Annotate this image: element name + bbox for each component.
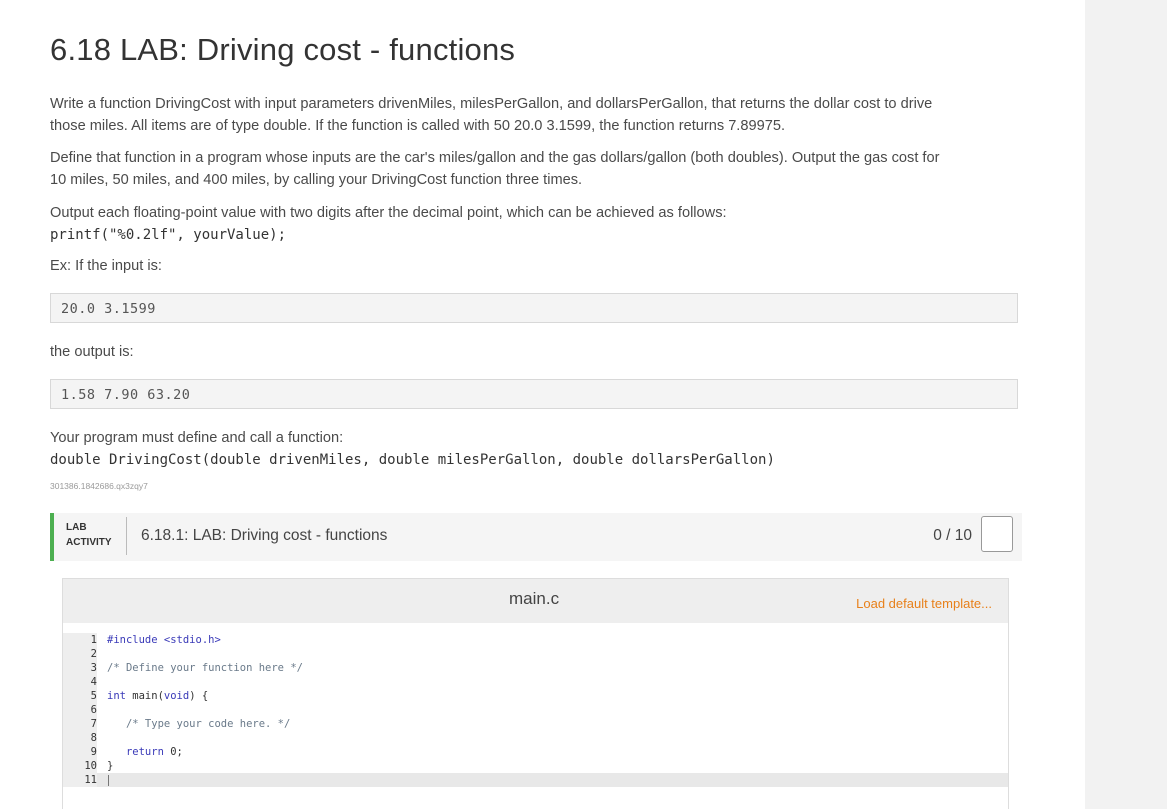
line-number: 10 — [63, 759, 97, 773]
code-line[interactable]: 10} — [63, 759, 1008, 773]
lab-activity-header: LAB ACTIVITY 6.18.1: LAB: Driving cost -… — [50, 513, 1022, 561]
printf-code: printf("%0.2lf", yourValue); — [50, 227, 287, 243]
activity-id: 301386.1842686.qx3zqy7 — [50, 481, 148, 491]
output-label: the output is: — [50, 344, 134, 360]
format-text: Output each floating-point value with tw… — [50, 205, 727, 221]
lab-label-line-2: ACTIVITY — [66, 537, 112, 548]
lab-divider — [126, 517, 127, 555]
define-paragraph: Define that function in a program whose … — [50, 147, 1020, 191]
intro-paragraph: Write a function DrivingCost with input … — [50, 93, 1020, 137]
text-cursor — [108, 775, 109, 786]
line-number: 4 — [63, 675, 97, 689]
code-editor: main.c Load default template... 1 #includ… — [62, 578, 1009, 810]
intro-line-2: those miles. All items are of type doubl… — [50, 118, 785, 134]
code-line[interactable]: 3 /* Define your function here */ — [63, 661, 1008, 675]
line-number: 3 — [63, 661, 97, 675]
load-default-template-link[interactable]: Load default template... — [856, 596, 992, 611]
code-text[interactable]: #include <stdio.h> — [107, 633, 221, 647]
code-line[interactable]: 4 — [63, 675, 1008, 689]
lab-activity-badge: LAB ACTIVITY — [66, 520, 112, 550]
example-input-box: 20.0 3.1599 — [50, 293, 1018, 323]
line-number: 9 — [63, 745, 97, 759]
format-paragraph: Output each floating-point value with tw… — [50, 202, 1020, 246]
line-number: 11 — [63, 773, 97, 787]
line-number: 1 — [63, 633, 97, 647]
signature-paragraph: Your program must define and call a func… — [50, 427, 1020, 471]
score-box-icon — [981, 516, 1013, 552]
code-text[interactable]: int main(void) { — [107, 689, 208, 703]
code-text[interactable]: /* Define your function here */ — [107, 661, 303, 675]
lab-score: 0 / 10 — [933, 527, 972, 544]
code-line[interactable]: 8 — [63, 731, 1008, 745]
code-line[interactable]: 7 /* Type your code here. */ — [63, 717, 1008, 731]
code-area[interactable]: 1 #include <stdio.h> 2 3 /* Define your func… — [63, 623, 1008, 810]
line-number: 6 — [63, 703, 97, 717]
line-number: 8 — [63, 731, 97, 745]
editor-file-tab[interactable]: main.c — [509, 589, 559, 609]
code-line[interactable]: 1 #include <stdio.h> — [63, 633, 1008, 647]
code-line[interactable]: 2 — [63, 647, 1008, 661]
signature-label: Your program must define and call a func… — [50, 430, 344, 446]
code-line[interactable]: 6 — [63, 703, 1008, 717]
example-output-box: 1.58 7.90 63.20 — [50, 379, 1018, 409]
line-number: 2 — [63, 647, 97, 661]
code-line[interactable]: 5 int main(void) { — [63, 689, 1008, 703]
code-line[interactable]: 9 return 0; — [63, 745, 1008, 759]
lab-title: 6.18.1: LAB: Driving cost - functions — [141, 527, 388, 544]
code-line[interactable]: 11 — [63, 773, 1008, 787]
define-line-2: 10 miles, 50 miles, and 400 miles, by ca… — [50, 172, 583, 188]
example-label: Ex: If the input is: — [50, 258, 162, 274]
intro-line-1: Write a function DrivingCost with input … — [50, 96, 933, 112]
line-number: 5 — [63, 689, 97, 703]
code-text[interactable]: } — [107, 759, 113, 773]
lab-label-line-1: LAB — [66, 522, 87, 533]
code-text[interactable]: /* Type your code here. */ — [107, 717, 290, 731]
function-signature: double DrivingCost(double drivenMiles, d… — [50, 452, 775, 468]
page-title: 6.18 LAB: Driving cost - functions — [50, 32, 516, 67]
define-line-1: Define that function in a program whose … — [50, 150, 940, 166]
right-gutter — [1085, 0, 1167, 809]
code-text[interactable]: return 0; — [107, 745, 183, 759]
line-number: 7 — [63, 717, 97, 731]
